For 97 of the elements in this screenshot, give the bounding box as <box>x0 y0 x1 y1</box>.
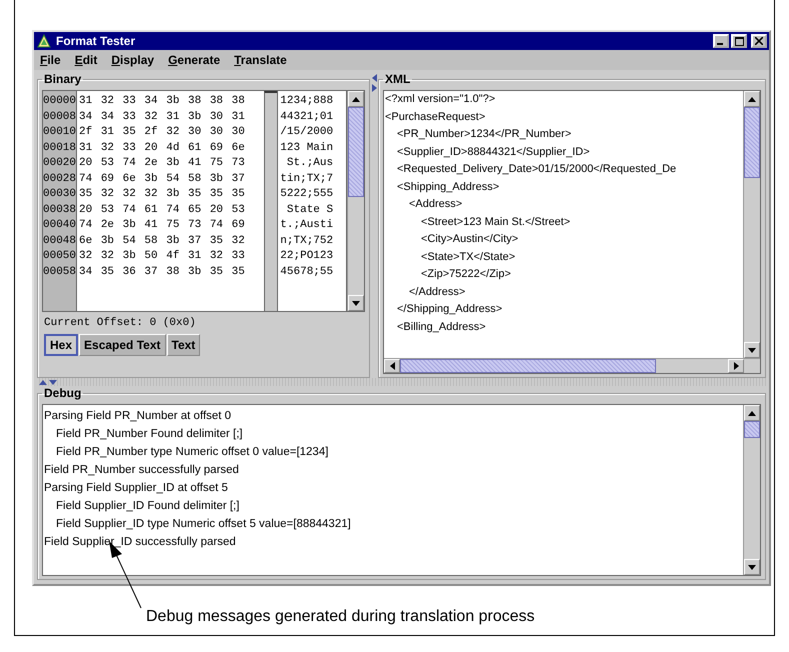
xml-line: <PR_Number>1234</PR_Number> <box>396 127 572 142</box>
down-arrow-icon <box>748 348 756 352</box>
ascii-text: t.;Austi <box>280 218 334 233</box>
offset-text: 00048 <box>43 234 76 248</box>
log-line: Field PR_Number Found delimiter [;] <box>55 427 244 442</box>
tab[interactable]: Escaped Text <box>79 334 166 356</box>
caption: Debug messages generated during translation process <box>146 608 535 626</box>
hex-bytes: 74 69 6e 3b 54 58 3b 37 <box>79 172 246 186</box>
offset-text: 00030 <box>43 187 76 202</box>
hex-bytes: 20 53 74 2e 3b 41 75 73 <box>79 156 246 171</box>
offset-text: 00028 <box>43 172 76 186</box>
menu-item[interactable]: Edit <box>74 53 98 67</box>
vertical-scrollbar[interactable] <box>347 91 364 311</box>
log-line: Field PR_Number successfully parsed <box>44 463 240 478</box>
offset-text: 00010 <box>43 125 76 140</box>
ascii-text: 5222;555 <box>280 187 334 202</box>
xml-line: <?xml version="1.0"?> <box>385 92 496 107</box>
scrollbar-thumb[interactable] <box>744 421 760 438</box>
ascii-text: tin;TX;7 <box>280 172 334 186</box>
scrollbar-thumb[interactable] <box>744 107 760 178</box>
offset-text: 00018 <box>43 140 76 156</box>
status-text: Current Offset: 0 (0x0) <box>43 316 197 331</box>
minimize-button[interactable] <box>713 34 729 48</box>
maximize-icon <box>734 36 744 46</box>
up-arrow-icon <box>748 96 756 102</box>
xml-line: <Address> <box>408 197 464 212</box>
hex-bytes: 31 32 33 34 3b 38 38 38 <box>79 94 246 109</box>
vertical-scrollbar[interactable] <box>743 91 760 358</box>
xml-line: <Supplier_ID>88844321</Supplier_ID> <box>396 144 591 160</box>
hex-bytes: 20 53 74 61 74 65 20 53 <box>79 202 246 218</box>
hex-bytes: 31 32 33 20 4d 61 69 6e <box>79 140 246 156</box>
panel-title: XML <box>384 72 412 86</box>
log-line: Parsing Field Supplier_ID at offset 5 <box>44 481 229 496</box>
ascii-text: 22;PO123 <box>280 249 334 264</box>
offset-text: 00050 <box>43 249 76 264</box>
scrollbar-thumb[interactable] <box>400 359 656 373</box>
menu-item[interactable]: File <box>40 53 61 67</box>
horizontal-scrollbar[interactable] <box>384 358 760 373</box>
xml-line: <Requested_Delivery_Date>01/15/2000</Requested_De <box>396 162 678 177</box>
log-line: Field Supplier_ID successfully parsed <box>44 535 237 550</box>
maximize-button[interactable] <box>731 34 747 48</box>
up-arrow-icon <box>748 410 756 416</box>
hex-bytes: 74 2e 3b 41 75 73 74 69 <box>79 218 246 233</box>
down-arrow-icon <box>748 564 756 570</box>
ascii-text: State S <box>286 202 334 218</box>
xml-line: <Zip>75222</Zip> <box>420 267 512 282</box>
window-title: Format Tester <box>56 34 136 48</box>
log-line: Parsing Field PR_Number at offset 0 <box>44 409 232 424</box>
hex-bytes: 35 32 32 32 3b 35 35 35 <box>79 187 246 202</box>
tab[interactable]: Hex <box>44 334 78 356</box>
left-arrow-icon <box>390 362 394 370</box>
hex-bytes: 32 32 3b 50 4f 31 32 33 <box>79 249 246 264</box>
hex-bytes: 34 34 33 32 31 3b 30 31 <box>79 110 246 124</box>
menu-item[interactable]: Display <box>111 53 154 67</box>
down-arrow-icon <box>352 300 360 306</box>
panel-title: Debug <box>43 386 82 400</box>
xml-line: </Address> <box>408 284 466 300</box>
log-line: Field Supplier_ID Found delimiter [;] <box>55 499 240 514</box>
ascii-text: n;TX;752 <box>280 234 334 248</box>
xml-line: <State>TX</State> <box>420 250 516 264</box>
app-icon <box>36 33 52 49</box>
offset-text: 00040 <box>43 218 76 233</box>
ascii-text: 1234;888 <box>280 94 334 109</box>
collapse-arrows-icon <box>372 74 376 92</box>
panel-title: Binary <box>43 72 82 86</box>
close-button[interactable] <box>751 34 767 48</box>
offset-text: 00038 <box>43 202 76 218</box>
offset-text: 00058 <box>43 264 76 280</box>
xml-line: <City>Austin</City> <box>420 232 520 247</box>
xml-line: </Shipping_Address> <box>396 302 504 317</box>
menu-item[interactable]: Generate <box>168 53 220 67</box>
split-handle[interactable] <box>37 378 766 386</box>
hex-bytes: 2f 31 35 2f 32 30 30 30 <box>79 125 246 140</box>
xml-line: <Street>123 Main St.</Street> <box>420 214 572 230</box>
ascii-text: St.;Aus <box>286 156 334 171</box>
close-icon <box>755 37 763 45</box>
xml-line: <PurchaseRequest> <box>385 110 486 124</box>
xml-line: <Shipping_Address> <box>396 180 500 194</box>
hex-bytes: 6e 3b 54 58 3b 37 35 32 <box>79 234 246 248</box>
menu-item[interactable]: Translate <box>234 53 287 67</box>
tab[interactable]: Text <box>166 334 200 356</box>
scrollbar-thumb[interactable] <box>348 107 364 198</box>
offset-text: 00020 <box>43 156 76 171</box>
log-line: Field Supplier_ID type Numeric offset 5 value=[88844321] <box>55 517 352 532</box>
ascii-text: 44321;01 <box>280 110 334 124</box>
hex-bytes: 34 35 36 37 38 3b 35 35 <box>79 264 246 280</box>
ascii-text: 45678;55 <box>280 264 334 280</box>
offset-text: 00008 <box>43 110 76 124</box>
offset-text: 00000 <box>43 94 76 109</box>
ascii-text: 123 Main <box>280 140 334 156</box>
collapse-arrows-icon <box>39 380 57 384</box>
xml-line: <Billing_Address> <box>396 320 487 334</box>
log-line: Field PR_Number type Numeric offset 0 value=[1234] <box>55 445 330 460</box>
up-arrow-icon <box>352 96 360 102</box>
right-arrow-icon <box>734 362 738 370</box>
ascii-text: /15/2000 <box>280 125 334 140</box>
vertical-scrollbar[interactable] <box>743 405 760 575</box>
